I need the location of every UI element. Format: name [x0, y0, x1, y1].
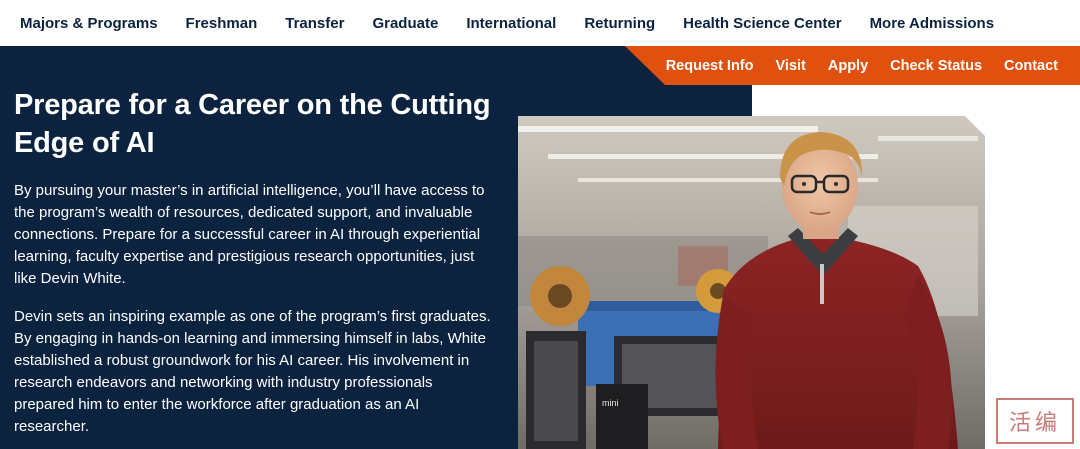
nav-returning[interactable]: Returning [584, 15, 655, 32]
utility-nav: Request Info Visit Apply Check Status Co… [625, 46, 1080, 85]
student-photo-illustration: mini [518, 116, 985, 449]
utility-contact-link[interactable]: Contact [1004, 58, 1058, 74]
utility-check-status-link[interactable]: Check Status [890, 58, 982, 74]
nav-transfer[interactable]: Transfer [285, 15, 344, 32]
nav-freshman[interactable]: Freshman [186, 15, 258, 32]
nav-more-admissions[interactable]: More Admissions [870, 15, 994, 32]
hero-paragraph-1: By pursuing your master’s in artificial … [14, 182, 485, 287]
nav-international[interactable]: International [466, 15, 556, 32]
utility-request-info-link[interactable]: Request Info [666, 58, 754, 74]
hero-paragraph-2: Devin sets an inspiring example as one o… [14, 308, 491, 435]
hero-headline: Prepare for a Career on the Cutting Edge… [14, 89, 491, 159]
watermark-stamp: 活编 [996, 398, 1074, 444]
nav-graduate[interactable]: Graduate [372, 15, 438, 32]
main-nav: Majors & Programs Freshman Transfer Grad… [0, 0, 1080, 46]
student-photo: mini [518, 116, 985, 449]
utility-visit-link[interactable]: Visit [776, 58, 806, 74]
nav-majors-programs[interactable]: Majors & Programs [20, 15, 158, 32]
nav-health-science-center[interactable]: Health Science Center [683, 15, 841, 32]
utility-apply-link[interactable]: Apply [828, 58, 868, 74]
printer-label: mini [602, 398, 619, 408]
